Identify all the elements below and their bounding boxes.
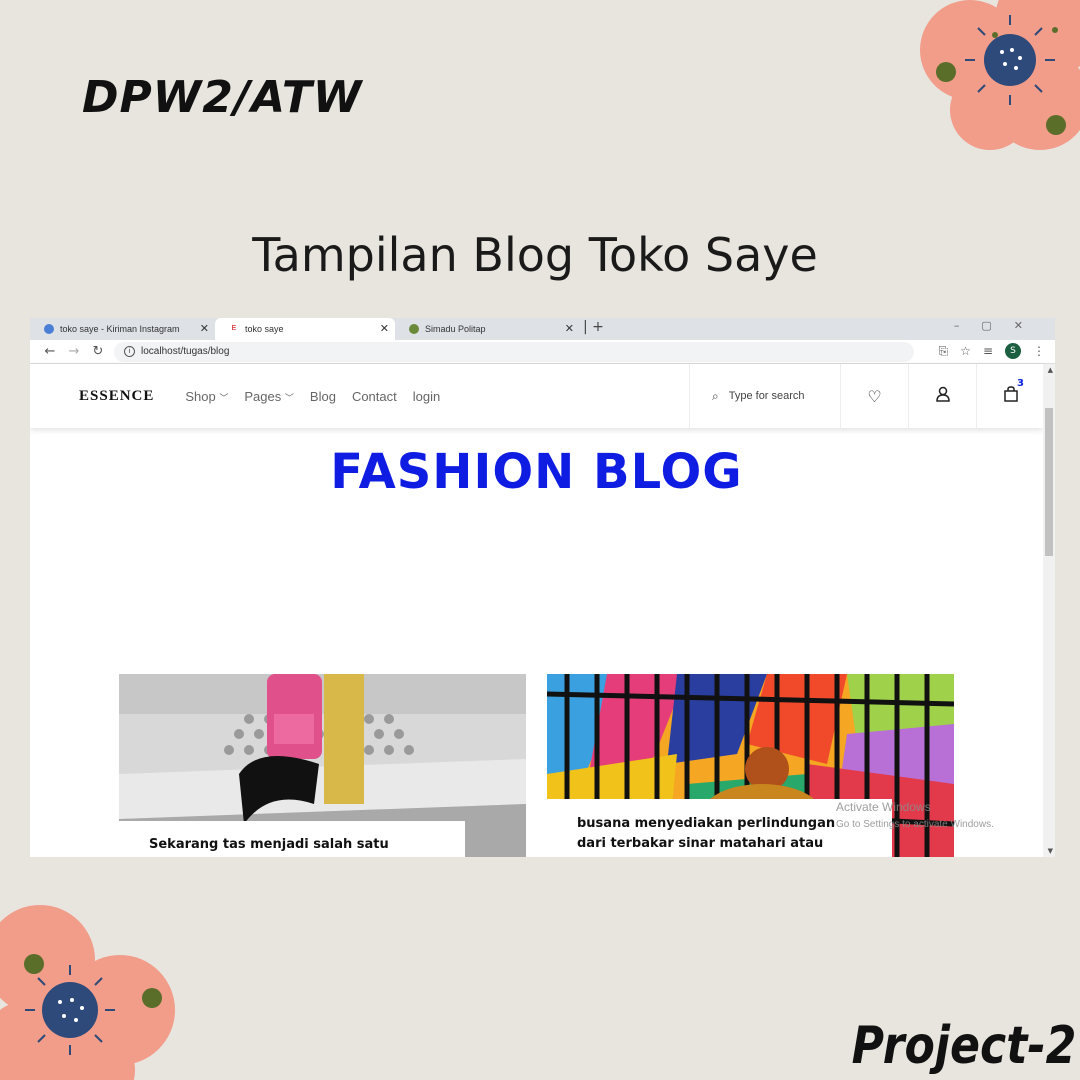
blog-post-card[interactable]: Sekarang tas menjadi salah satu industri: [119, 674, 526, 857]
vertical-scrollbar[interactable]: ▲ ▼: [1043, 364, 1055, 857]
media-icon[interactable]: ≡: [983, 344, 993, 358]
slide-footer-label: Project-2: [851, 1016, 1076, 1076]
nav-pages[interactable]: Pages ﹀: [244, 389, 294, 404]
nav-contact[interactable]: Contact: [352, 389, 397, 404]
tab-label: toko saye - Kiriman Instagram: [60, 324, 180, 334]
page-viewport: ESSENCE Shop ﹀ Pages ﹀ Blog Contact logi…: [30, 364, 1055, 857]
search-icon: ⌕: [712, 388, 719, 403]
tab-label: Simadu Politap: [425, 324, 486, 334]
chevron-down-icon: ﹀: [284, 392, 294, 403]
tab-instagram[interactable]: toko saye - Kiriman Instagram ✕: [30, 318, 215, 340]
post-caption[interactable]: Sekarang tas menjadi salah satu industri: [119, 821, 465, 857]
scroll-down-icon[interactable]: ▼: [1048, 847, 1053, 855]
tab-label: toko saye: [245, 324, 284, 334]
site-header: ESSENCE Shop ﹀ Pages ﹀ Blog Contact logi…: [30, 364, 1043, 428]
close-icon[interactable]: ✕: [565, 322, 574, 335]
tab-simadu[interactable]: Simadu Politap ✕: [395, 318, 580, 340]
favorite-button[interactable]: ♡: [840, 364, 908, 428]
nav-shop[interactable]: Shop ﹀: [185, 389, 228, 404]
site-logo[interactable]: ESSENCE: [79, 388, 154, 405]
slide-top-label: DPW2/ATW: [82, 72, 363, 123]
tab-toko-saye[interactable]: E toko saye ✕: [215, 318, 395, 340]
url-text: localhost/tugas/blog: [141, 346, 230, 357]
account-button[interactable]: [908, 364, 976, 428]
cart-count-badge: 3: [1017, 378, 1024, 389]
browser-window: toko saye - Kiriman Instagram ✕ E toko s…: [30, 318, 1055, 857]
activate-windows-subtitle: Go to Settings to activate Windows.: [836, 819, 994, 830]
scroll-up-icon[interactable]: ▲: [1048, 366, 1053, 374]
profile-avatar[interactable]: S: [1005, 343, 1021, 359]
essence-favicon: E: [229, 324, 239, 334]
reload-icon[interactable]: ↻: [86, 344, 110, 359]
star-icon[interactable]: ☆: [960, 344, 971, 358]
search-placeholder: Type for search: [728, 390, 805, 402]
chrome-icon: [44, 324, 54, 334]
window-controls[interactable]: –▢✕: [954, 319, 1045, 332]
search-box[interactable]: ⌕ Type for search: [689, 364, 840, 428]
scroll-thumb[interactable]: [1045, 408, 1053, 556]
politap-icon: [409, 324, 419, 334]
main-nav: Shop ﹀ Pages ﹀ Blog Contact login: [185, 389, 440, 404]
activate-windows-title: Activate Windows: [836, 800, 931, 814]
blog-title: FASHION BLOG: [330, 444, 743, 500]
address-bar[interactable]: i localhost/tugas/blog: [114, 341, 914, 362]
nav-blog[interactable]: Blog: [310, 389, 336, 404]
user-icon: [935, 386, 950, 406]
forward-icon[interactable]: →: [62, 344, 86, 359]
browser-toolbar: ← → ↻ i localhost/tugas/blog ⎘ ☆ ≡ S ⋮: [30, 340, 1055, 364]
slide-heading: Tampilan Blog Toko Saye: [252, 228, 818, 282]
heart-icon: ♡: [867, 386, 882, 406]
menu-icon[interactable]: ⋮: [1033, 344, 1045, 358]
cart-button[interactable]: 3: [976, 364, 1044, 428]
close-icon[interactable]: ✕: [380, 322, 389, 335]
flower-decoration-top-right: [920, 0, 1080, 150]
toolbar-actions: ⎘ ☆ ≡ S ⋮: [939, 343, 1045, 359]
bag-icon: [1003, 386, 1018, 406]
nav-login[interactable]: login: [413, 389, 440, 404]
chevron-down-icon: ﹀: [219, 392, 229, 403]
translate-icon[interactable]: ⎘: [939, 344, 949, 359]
flower-decoration-bottom-left: [0, 905, 175, 1080]
close-icon[interactable]: ✕: [200, 322, 209, 335]
tab-strip: toko saye - Kiriman Instagram ✕ E toko s…: [30, 318, 1055, 340]
new-tab-icon[interactable]: | +: [583, 319, 604, 335]
info-icon[interactable]: i: [124, 346, 135, 357]
back-icon[interactable]: ←: [38, 344, 62, 359]
